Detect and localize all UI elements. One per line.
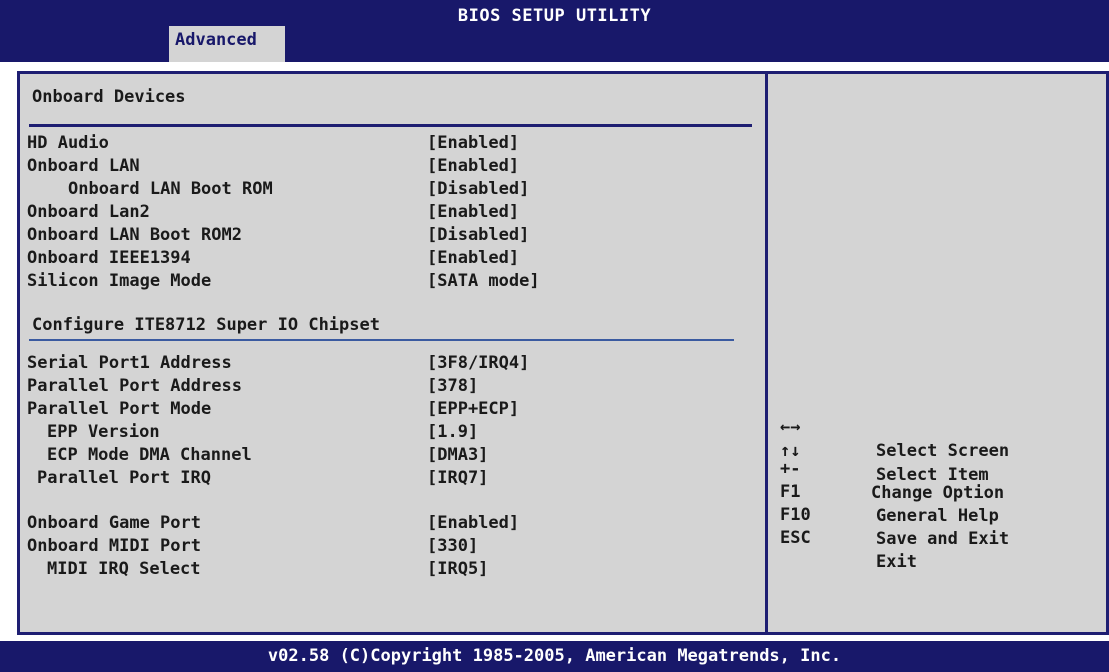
setting-label: Onboard Lan2	[27, 202, 150, 222]
setting-epp-version[interactable]: EPP Version [1.9]	[20, 421, 478, 443]
tab-advanced[interactable]: Advanced	[169, 26, 285, 62]
setting-value[interactable]: [SATA mode]	[427, 270, 540, 292]
help-exit: ESC Exit	[780, 502, 917, 572]
setting-onboard-lan[interactable]: Onboard LAN [Enabled]	[20, 155, 519, 177]
setting-ecp-mode-dma-channel[interactable]: ECP Mode DMA Channel [DMA3]	[20, 444, 488, 466]
setting-value[interactable]: [IRQ7]	[427, 467, 488, 489]
setting-value[interactable]: [Enabled]	[427, 247, 519, 269]
help-key: ESC	[780, 528, 811, 548]
help-select-screen: ←→ Select Screen	[780, 391, 1009, 461]
section-rule	[29, 339, 734, 341]
setting-value[interactable]: [Enabled]	[427, 132, 519, 154]
setting-onboard-game-port[interactable]: Onboard Game Port [Enabled]	[20, 512, 519, 534]
help-change-option: +- Change Option	[780, 433, 1004, 503]
setting-parallel-port-address[interactable]: Parallel Port Address [378]	[20, 375, 478, 397]
panel-divider	[765, 74, 768, 632]
help-desc: Exit	[876, 552, 917, 572]
setting-onboard-lan2[interactable]: Onboard Lan2 [Enabled]	[20, 201, 519, 223]
setting-parallel-port-irq[interactable]: Parallel Port IRQ [IRQ7]	[20, 467, 488, 489]
setting-label: Serial Port1 Address	[27, 353, 232, 373]
setting-label: HD Audio	[27, 133, 109, 153]
setting-value[interactable]: [330]	[427, 535, 478, 557]
setting-label: Onboard LAN Boot ROM2	[27, 225, 242, 245]
setting-value[interactable]: [Enabled]	[427, 155, 519, 177]
setting-value[interactable]: [1.9]	[427, 421, 478, 443]
setting-parallel-port-mode[interactable]: Parallel Port Mode [EPP+ECP]	[20, 398, 519, 420]
help-general-help: F1 General Help	[780, 456, 999, 526]
setting-hd-audio[interactable]: HD Audio [Enabled]	[20, 132, 519, 154]
help-desc: Change Option	[871, 483, 1005, 503]
setting-label: Parallel Port IRQ	[37, 468, 211, 488]
setting-label: ECP Mode DMA Channel	[47, 445, 252, 465]
help-save-exit: F10 Save and Exit	[780, 479, 1009, 549]
setting-label: EPP Version	[47, 422, 160, 442]
setting-midi-irq-select[interactable]: MIDI IRQ Select [IRQ5]	[20, 558, 488, 580]
setting-onboard-lan-boot-rom2[interactable]: Onboard LAN Boot ROM2 [Disabled]	[20, 224, 529, 246]
help-desc: Select Screen	[876, 441, 1010, 461]
setting-value[interactable]: [IRQ5]	[427, 558, 488, 580]
title-bar: BIOS SETUP UTILITY Advanced	[0, 0, 1109, 63]
setting-silicon-image-mode[interactable]: Silicon Image Mode [SATA mode]	[20, 270, 540, 292]
section-super-io-title: Configure ITE8712 Super IO Chipset	[32, 315, 380, 335]
section-rule	[29, 124, 752, 127]
setting-value[interactable]: [DMA3]	[427, 444, 488, 466]
setting-onboard-ieee1394[interactable]: Onboard IEEE1394 [Enabled]	[20, 247, 519, 269]
setting-onboard-lan-boot-rom[interactable]: Onboard LAN Boot ROM [Disabled]	[20, 178, 529, 200]
setting-value[interactable]: [Enabled]	[427, 201, 519, 223]
setting-value[interactable]: [378]	[427, 375, 478, 397]
setting-label: Silicon Image Mode	[27, 271, 212, 291]
setting-label: Parallel Port Mode	[27, 399, 212, 419]
setting-onboard-midi-port[interactable]: Onboard MIDI Port [330]	[20, 535, 478, 557]
setting-label: Onboard LAN Boot ROM	[68, 179, 273, 199]
help-desc: Save and Exit	[876, 529, 1010, 549]
main-frame: Onboard Devices HD Audio [Enabled] Onboa…	[17, 71, 1109, 635]
setting-value[interactable]: [EPP+ECP]	[427, 398, 519, 420]
setting-label: Onboard MIDI Port	[27, 536, 201, 556]
section-onboard-devices-title: Onboard Devices	[32, 87, 186, 107]
setting-label: MIDI IRQ Select	[47, 559, 201, 579]
setting-label: Onboard Game Port	[27, 513, 201, 533]
setting-label: Onboard IEEE1394	[27, 248, 191, 268]
setting-value[interactable]: [Disabled]	[427, 224, 529, 246]
help-desc: General Help	[876, 506, 999, 526]
copyright-footer: v02.58 (C)Copyright 1985-2005, American …	[0, 640, 1109, 672]
setting-value[interactable]: [3F8/IRQ4]	[427, 352, 529, 374]
setting-value[interactable]: [Disabled]	[427, 178, 529, 200]
setting-label: Onboard LAN	[27, 156, 140, 176]
setting-label: Parallel Port Address	[27, 376, 242, 396]
setting-serial-port1-address[interactable]: Serial Port1 Address [3F8/IRQ4]	[20, 352, 529, 374]
setting-value[interactable]: [Enabled]	[427, 512, 519, 534]
bios-title: BIOS SETUP UTILITY	[457, 6, 652, 26]
